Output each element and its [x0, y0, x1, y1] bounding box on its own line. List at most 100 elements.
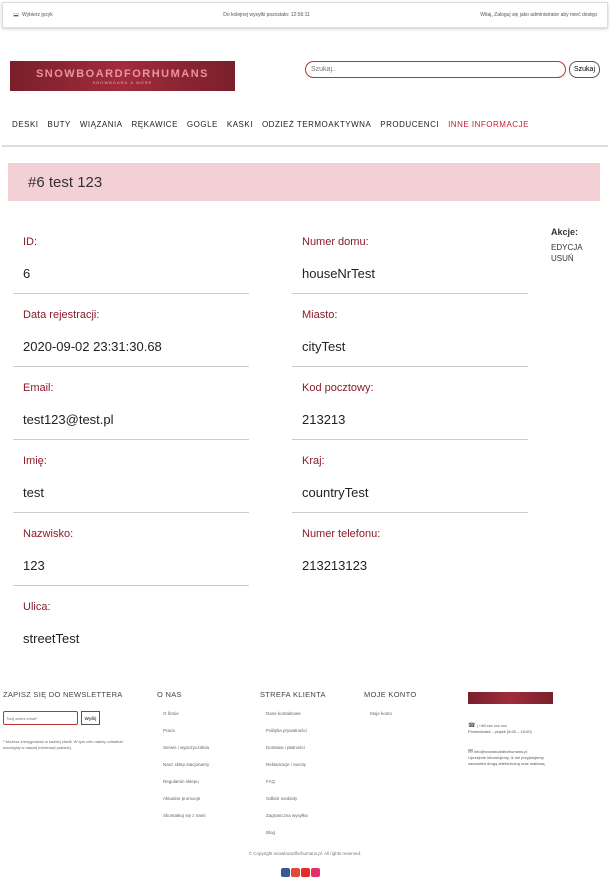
- footer-link[interactable]: O firmie: [163, 711, 209, 728]
- language-selector[interactable]: Wybierz język: [13, 12, 53, 18]
- contact-note: Uprzejmie informujemy, iż nie przyjmujem…: [468, 755, 546, 766]
- nav-item-buty[interactable]: BUTY: [48, 120, 71, 129]
- welcome-message: Witaj, Zaloguj się jako administrator ab…: [480, 12, 597, 18]
- footer-link[interactable]: Reklamacje i zwroty: [266, 762, 326, 779]
- footer-link[interactable]: Zagraniczna wysyłka: [266, 813, 326, 830]
- field-country: Kraj: countryTest: [292, 455, 528, 513]
- footer-logo: [468, 692, 553, 704]
- field-label: Data rejestracji:: [23, 309, 100, 321]
- field-city: Miasto: cityTest: [292, 309, 528, 367]
- footer-link[interactable]: Skontaktuj się z nami: [163, 813, 209, 830]
- page-title: #6 test 123: [28, 173, 103, 191]
- footer-link[interactable]: Blog: [266, 830, 326, 847]
- field-label: Nazwisko:: [23, 528, 74, 540]
- client-zone-title: STREFA KLIENTA: [260, 690, 326, 699]
- newsletter-submit-button[interactable]: Wyślij: [81, 711, 100, 725]
- field-value: 2020-09-02 23:31:30.68: [23, 339, 162, 354]
- nav-divider: [2, 145, 608, 147]
- edit-link[interactable]: EDYCJA: [551, 242, 583, 253]
- nav-item-deski[interactable]: DESKI: [12, 120, 39, 129]
- footer-link[interactable]: Odbiór osobisty: [266, 796, 326, 813]
- field-label: Miasto:: [302, 309, 338, 321]
- field-value: test123@test.pl: [23, 412, 114, 427]
- footer-link[interactable]: Dane kontaktowe: [266, 711, 326, 728]
- actions-title: Akcje:: [551, 227, 579, 237]
- field-first-name: Imię: test: [13, 455, 249, 513]
- delete-link[interactable]: USUŃ: [551, 253, 583, 264]
- about-title: O NAS: [157, 690, 182, 699]
- field-value: houseNrTest: [302, 266, 375, 281]
- newsletter-form: Wyślij: [3, 711, 133, 725]
- field-value: streetTest: [23, 631, 80, 646]
- field-value: countryTest: [302, 485, 369, 500]
- footer-link[interactable]: Nasz sklep stacjonarny: [163, 762, 209, 779]
- field-label: Ulica:: [23, 601, 51, 613]
- field-house-number: Numer domu: houseNrTest: [292, 236, 528, 294]
- search-input[interactable]: [305, 61, 566, 78]
- instagram-icon[interactable]: [311, 868, 320, 877]
- footer-link[interactable]: Regulamin sklepu: [163, 779, 209, 796]
- poland-flag-icon: [13, 13, 19, 17]
- footer-contact: ☎ | +48 xxx xxx xxx Poniedziałek – piąte…: [468, 723, 558, 767]
- nav-item-inne-informacje[interactable]: INNE INFORMACJE: [448, 120, 529, 129]
- field-email: Email: test123@test.pl: [13, 382, 249, 440]
- logo-subtitle: SNOWBOARD & MORE: [92, 79, 153, 85]
- field-value: 6: [23, 266, 31, 281]
- google-plus-icon[interactable]: [291, 868, 300, 877]
- contact-email[interactable]: info@snowboardforhumans.pl: [474, 749, 527, 754]
- footer-link[interactable]: Moje konto: [370, 711, 416, 728]
- shipping-countdown: Do kolejnej wysyłki pozostało: 12:56:11: [223, 12, 310, 18]
- site-logo[interactable]: SNOWBOARDFORHUMANS SNOWBOARD & MORE: [10, 61, 235, 91]
- youtube-icon[interactable]: [301, 868, 310, 877]
- contact-hours: Poniedziałek – piątek (8:00 – 16:00): [468, 729, 532, 734]
- field-label: Numer domu:: [302, 236, 369, 248]
- logo-title: SNOWBOARDFORHUMANS: [35, 67, 210, 80]
- actions-panel: Akcje: EDYCJA USUŃ: [551, 227, 583, 264]
- top-bar: Wybierz język Do kolejnej wysyłki pozost…: [2, 2, 608, 28]
- nav-item-kaski[interactable]: KASKI: [227, 120, 253, 129]
- newsletter-note: * Możesz zrezygnować w każdej chwili. W …: [3, 739, 124, 750]
- field-id: ID: 6: [13, 236, 249, 294]
- footer-about: O NAS O firmie Praca Serwis i wypożyczal…: [157, 690, 209, 830]
- field-last-name: Nazwisko: 123: [13, 528, 249, 586]
- newsletter-title: ZAPISZ SIĘ DO NEWSLETTERA: [3, 690, 123, 699]
- footer-client-zone: STREFA KLIENTA Dane kontaktowe Polityka …: [260, 690, 326, 847]
- field-postal-code: Kod pocztowy: 213213: [292, 382, 528, 440]
- field-value: 213213: [302, 412, 346, 427]
- language-label: Wybierz język: [22, 12, 53, 18]
- search-button[interactable]: Szukaj: [569, 61, 600, 78]
- field-registration-date: Data rejestracji: 2020-09-02 23:31:30.68: [13, 309, 249, 367]
- footer-link[interactable]: Aktualne promocje: [163, 796, 209, 813]
- footer-newsletter: ZAPISZ SIĘ DO NEWSLETTERA Wyślij * Możes…: [3, 690, 133, 751]
- field-label: Imię:: [23, 455, 47, 467]
- field-value: test: [23, 485, 44, 500]
- footer-account: MOJE KONTO Moje konto: [364, 690, 416, 728]
- field-value: 213213123: [302, 558, 368, 573]
- nav-item-producenci[interactable]: PRODUCENCI: [380, 120, 439, 129]
- field-label: Email:: [23, 382, 54, 394]
- footer-link[interactable]: FAQ: [266, 779, 326, 796]
- main-nav: DESKI BUTY WIĄZANIA RĘKAWICE GOGLE KASKI…: [12, 120, 538, 129]
- field-street: Ulica: streetTest: [13, 601, 249, 659]
- search-bar: Szukaj: [305, 61, 600, 78]
- copyright: © Copyright snowboardforhumans.pl. All r…: [248, 851, 362, 856]
- field-value: 123: [23, 558, 45, 573]
- field-label: Kod pocztowy:: [302, 382, 374, 394]
- account-title: MOJE KONTO: [364, 690, 417, 699]
- nav-item-wiazania[interactable]: WIĄZANIA: [80, 120, 123, 129]
- nav-item-odziez[interactable]: ODZIEŻ TERMOAKTYWNA: [262, 120, 371, 129]
- nav-item-rekawice[interactable]: RĘKAWICE: [132, 120, 178, 129]
- field-phone: Numer telefonu: 213213123: [292, 528, 528, 586]
- social-icons: [281, 868, 320, 877]
- newsletter-email-input[interactable]: [3, 711, 78, 725]
- facebook-icon[interactable]: [281, 868, 290, 877]
- field-value: cityTest: [302, 339, 346, 354]
- footer-link[interactable]: Dostawa i płatności: [266, 745, 326, 762]
- footer-link[interactable]: Praca: [163, 728, 209, 745]
- field-label: Numer telefonu:: [302, 528, 381, 540]
- nav-item-gogle[interactable]: GOGLE: [187, 120, 218, 129]
- contact-phone: | +48 xxx xxx xxx: [476, 723, 507, 728]
- page-title-bar: #6 test 123: [8, 163, 600, 201]
- footer-link[interactable]: Serwis i wypożyczalnia: [163, 745, 209, 762]
- footer-link[interactable]: Polityka prywatności: [266, 728, 326, 745]
